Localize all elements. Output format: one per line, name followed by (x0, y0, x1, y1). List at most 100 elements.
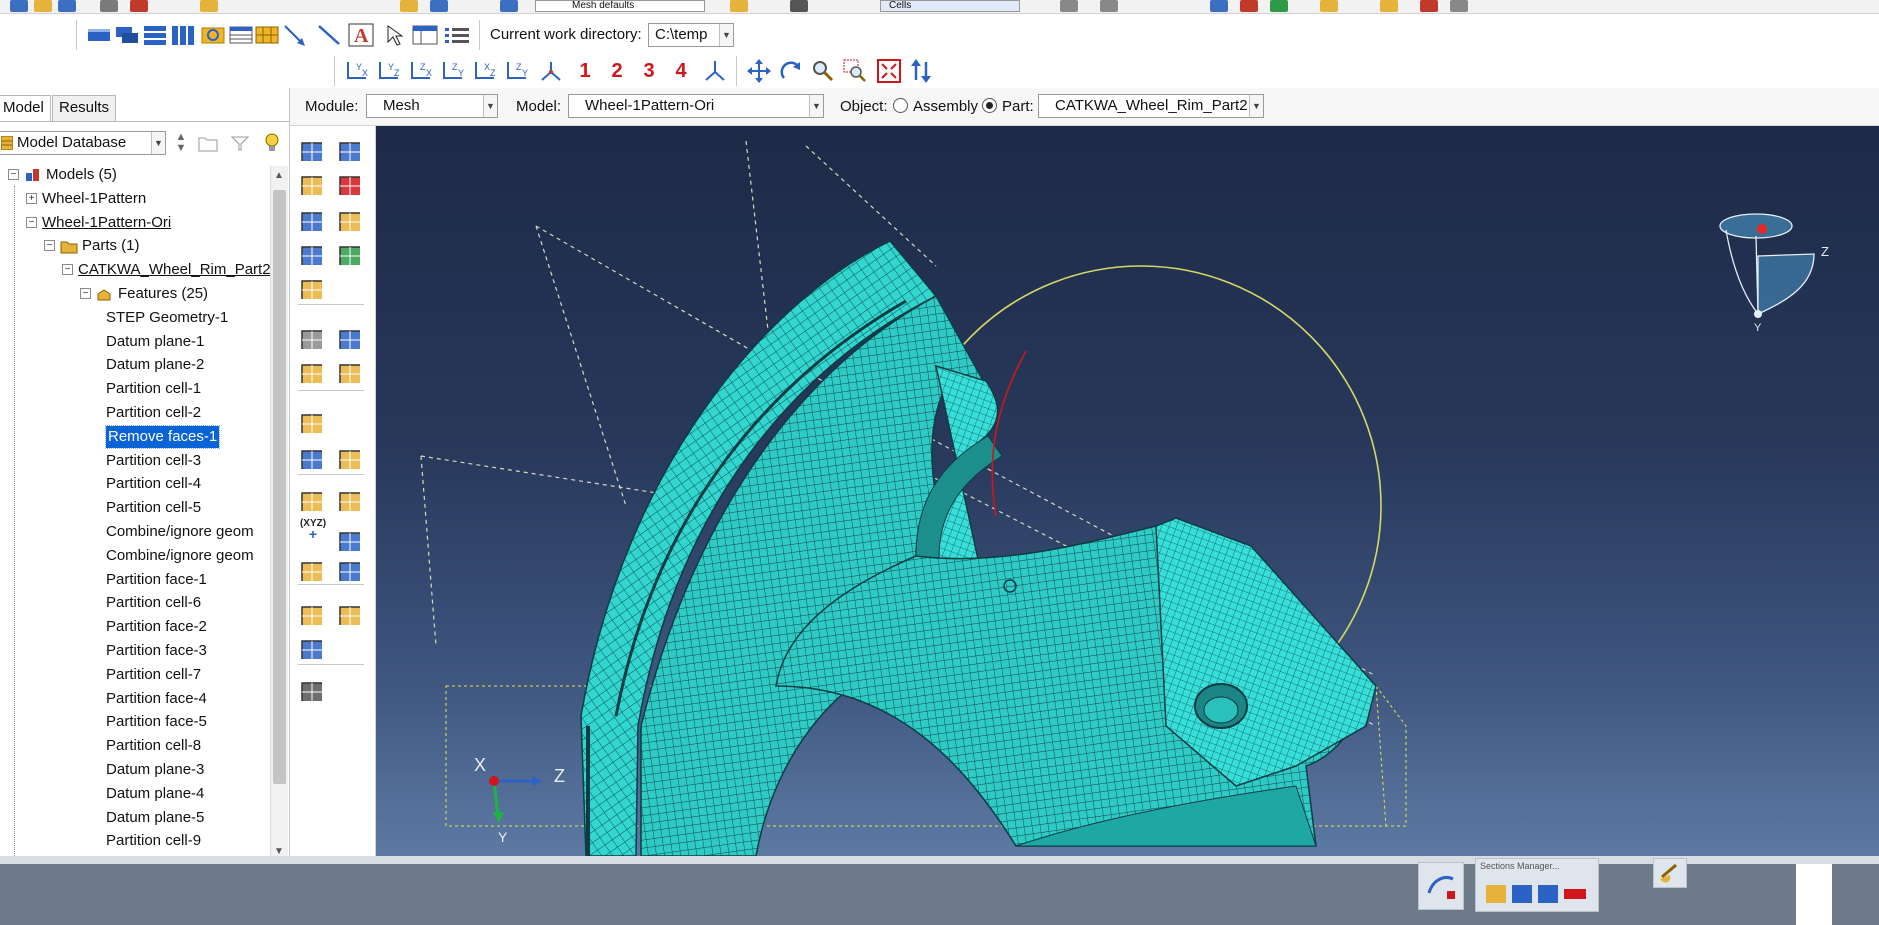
work-dir-dropdown[interactable]: C:\temp ▼ (648, 23, 734, 47)
zoom-icon[interactable] (810, 58, 836, 84)
rotate-icon[interactable] (778, 58, 804, 84)
verify-mesh-icon[interactable] (298, 358, 328, 388)
collapse-icon[interactable]: − (44, 240, 55, 252)
folder-icon[interactable] (400, 0, 418, 12)
line-icon[interactable] (316, 22, 342, 48)
view-axis-z-icon[interactable]: ZX (408, 58, 434, 84)
pan-icon[interactable] (746, 58, 772, 84)
edit-mesh-icon[interactable] (336, 600, 366, 630)
cells-dropdown[interactable]: Cells (880, 0, 1020, 12)
mesh-tool-button[interactable] (1418, 862, 1464, 910)
table-icon[interactable] (228, 22, 254, 48)
render-icon[interactable] (1210, 0, 1228, 12)
view-cube[interactable]: Z Y (1719, 213, 1829, 334)
tree-scrollbar[interactable]: ▲ ▼ (270, 166, 288, 861)
seed-part-icon[interactable] (336, 136, 366, 166)
part-dropdown[interactable]: CATKWA_Wheel_Rim_Part2 ▼ (1038, 94, 1264, 118)
render-icon[interactable] (1420, 0, 1438, 12)
lightbulb-icon[interactable] (262, 132, 282, 157)
mesh-controls-icon[interactable] (298, 206, 328, 236)
view-columns-icon[interactable] (170, 22, 196, 48)
part-radio[interactable] (982, 98, 997, 113)
file-open-icon[interactable] (34, 0, 52, 12)
save-icon[interactable] (58, 0, 76, 12)
query-coordinates-button[interactable]: (XYZ) + (298, 514, 328, 544)
module-dropdown[interactable]: Mesh ▼ (366, 94, 498, 118)
tab-model[interactable]: Model (0, 95, 51, 121)
assign-element-icon[interactable] (298, 324, 328, 354)
tools-icon[interactable] (298, 676, 328, 706)
element-type-icon[interactable] (336, 240, 366, 270)
virtual-topology-icon[interactable] (298, 486, 328, 516)
grid-icon[interactable] (430, 0, 448, 12)
section-icon[interactable] (1512, 885, 1532, 903)
view-axis-zx-icon[interactable]: ZY (440, 58, 466, 84)
mesh-tool-icon[interactable] (730, 0, 748, 12)
db-icon[interactable] (130, 0, 148, 12)
cycle-views-icon[interactable] (908, 58, 934, 84)
section-icon[interactable] (1538, 885, 1558, 903)
auto-fit-icon[interactable] (876, 58, 902, 84)
collapse-icon[interactable]: − (80, 288, 91, 299)
seed-edge-icon[interactable] (298, 170, 328, 200)
element-type-icon[interactable] (298, 240, 328, 270)
file-new-icon[interactable] (10, 0, 28, 12)
assembly-radio[interactable] (893, 98, 908, 113)
view-rows-icon[interactable] (142, 22, 168, 48)
view-front-icon[interactable] (86, 22, 112, 48)
up-down-arrows-icon[interactable]: ▲ ▼ (172, 132, 190, 156)
mesh-region-icon[interactable] (298, 408, 328, 438)
view-tool-icon[interactable] (1100, 0, 1118, 12)
view-axis-x-icon[interactable]: YX (344, 58, 370, 84)
collapse-icon[interactable]: − (26, 216, 37, 228)
render-icon[interactable] (1240, 0, 1258, 12)
print-icon[interactable] (100, 0, 118, 12)
tab-results[interactable]: Results (52, 95, 117, 121)
part-icon[interactable] (790, 0, 808, 12)
model-dropdown[interactable]: Wheel-1Pattern-Ori ▼ (568, 94, 824, 118)
view-axis-zy-icon[interactable]: ZY (504, 58, 530, 84)
arrow-line-icon[interactable] (282, 22, 308, 48)
render-icon[interactable] (1320, 0, 1338, 12)
brush-tool-button[interactable] (1653, 858, 1687, 888)
folder-up-icon[interactable] (198, 134, 218, 155)
collapse-icon[interactable]: − (62, 264, 73, 276)
mesh-defaults-dropdown[interactable]: Mesh defaults (535, 0, 705, 12)
text-annotation-icon[interactable]: A (348, 22, 374, 48)
section-icon[interactable] (1564, 889, 1586, 899)
filter-icon[interactable] (230, 134, 250, 155)
collapse-icon[interactable]: − (8, 169, 19, 180)
iso-view-icon[interactable] (538, 58, 564, 84)
datum-csys-icon[interactable] (298, 556, 328, 586)
info-icon[interactable] (500, 0, 518, 12)
axis-triad-icon[interactable] (702, 58, 728, 84)
render-icon[interactable] (1380, 0, 1398, 12)
scroll-thumb[interactable] (273, 190, 286, 784)
seed-part-icon[interactable] (298, 136, 328, 166)
query-icon[interactable] (336, 526, 366, 556)
view-tool-icon[interactable] (1060, 0, 1078, 12)
mesh-part-icon[interactable] (298, 274, 328, 304)
verify-mesh-icon[interactable] (336, 358, 366, 388)
mesh-controls-icon[interactable] (336, 206, 366, 236)
view-axis-y-icon[interactable]: YZ (376, 58, 402, 84)
box-zoom-icon[interactable] (842, 58, 868, 84)
partition-icon[interactable] (298, 444, 328, 474)
view-4-button[interactable]: 4 (668, 58, 694, 84)
grid-icon[interactable] (254, 22, 280, 48)
view-stack-icon[interactable] (114, 22, 140, 48)
tool-icon[interactable] (200, 0, 218, 12)
layers-icon[interactable] (200, 22, 226, 48)
chevron-up-icon[interactable]: ▲ (274, 170, 284, 181)
render-icon[interactable] (1450, 0, 1468, 12)
mesh-edit-icon[interactable] (298, 634, 328, 664)
partition-icon[interactable] (336, 444, 366, 474)
list-view-icon[interactable] (444, 22, 470, 48)
viewport-canvas[interactable]: X Z Y Z Y (376, 126, 1879, 856)
render-icon[interactable] (1270, 0, 1288, 12)
seed-edge-icon[interactable] (336, 170, 366, 200)
section-icon[interactable] (1486, 885, 1506, 903)
assign-element-icon[interactable] (336, 324, 366, 354)
expand-icon[interactable]: + (26, 192, 37, 204)
select-cursor-icon[interactable] (382, 22, 408, 48)
